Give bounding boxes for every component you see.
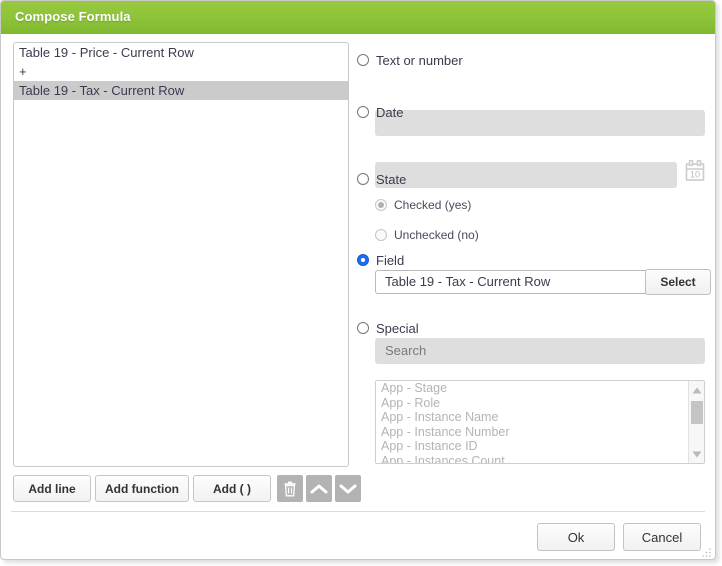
- radio-text-or-number[interactable]: [357, 54, 369, 66]
- option-state-checked[interactable]: Checked (yes): [375, 197, 471, 213]
- option-label-text-or-number: Text or number: [376, 52, 463, 68]
- cancel-button[interactable]: Cancel: [623, 523, 701, 551]
- formula-line-row-selected[interactable]: Table 19 - Tax - Current Row: [14, 81, 348, 100]
- select-field-button[interactable]: Select: [645, 269, 711, 295]
- option-text-or-number[interactable]: Text or number: [357, 52, 463, 68]
- option-label-special: Special: [376, 320, 419, 336]
- special-search-input: Search: [375, 338, 705, 364]
- radio-field[interactable]: [357, 254, 369, 266]
- add-function-button[interactable]: Add function: [95, 475, 189, 502]
- special-list-item[interactable]: App - Stage: [376, 381, 704, 396]
- formula-line-row[interactable]: +: [14, 62, 348, 81]
- radio-state-checked[interactable]: [375, 199, 387, 211]
- field-value-input[interactable]: Table 19 - Tax - Current Row: [375, 270, 655, 294]
- special-list-item[interactable]: App - Instance ID: [376, 439, 704, 454]
- option-state[interactable]: State: [357, 171, 406, 187]
- dialog-title: Compose Formula: [15, 9, 131, 24]
- formula-toolbar: Add line Add function Add ( ): [13, 475, 361, 503]
- special-list-item[interactable]: App - Instance Number: [376, 425, 704, 440]
- special-list-item[interactable]: App - Instance Name: [376, 410, 704, 425]
- option-label-date: Date: [376, 104, 404, 120]
- special-list-item[interactable]: App - Instances Count: [376, 454, 704, 464]
- formula-lines-list[interactable]: Table 19 - Price - Current Row + Table 1…: [13, 42, 349, 467]
- scrollbar-thumb[interactable]: [691, 401, 703, 424]
- footer-divider: [11, 511, 705, 512]
- formula-line-row[interactable]: Table 19 - Price - Current Row: [14, 43, 348, 62]
- compose-formula-dialog: Compose Formula Table 19 - Price - Curre…: [0, 0, 716, 560]
- special-items-list[interactable]: App - Stage App - Role App - Instance Na…: [375, 380, 705, 464]
- calendar-day-label: 10: [690, 170, 700, 180]
- radio-special[interactable]: [357, 322, 369, 334]
- option-label-state: State: [376, 171, 407, 187]
- option-date[interactable]: Date: [357, 104, 403, 120]
- text-or-number-input: [375, 110, 705, 136]
- value-source-panel: Text or number Date 10 State Checked (ye…: [357, 42, 711, 472]
- chevron-down-icon[interactable]: [335, 475, 361, 502]
- option-field[interactable]: Field: [357, 252, 404, 268]
- special-list-scrollbar[interactable]: [688, 381, 704, 463]
- dialog-titlebar: Compose Formula: [1, 1, 715, 34]
- radio-state-unchecked[interactable]: [375, 229, 387, 241]
- option-label-state-checked: Checked (yes): [394, 198, 472, 212]
- chevron-up-icon[interactable]: [306, 475, 332, 502]
- scroll-down-arrow-icon[interactable]: [689, 447, 704, 461]
- option-state-unchecked[interactable]: Unchecked (no): [375, 227, 479, 243]
- calendar-icon: 10: [683, 159, 707, 185]
- option-label-field: Field: [376, 252, 405, 268]
- add-line-button[interactable]: Add line: [13, 475, 91, 502]
- date-input: [375, 162, 677, 188]
- option-special[interactable]: Special: [357, 320, 419, 336]
- scroll-up-arrow-icon[interactable]: [689, 383, 704, 397]
- radio-date[interactable]: [357, 106, 369, 118]
- special-list-item[interactable]: App - Role: [376, 396, 704, 411]
- trash-icon[interactable]: [277, 475, 303, 502]
- resize-grip[interactable]: [701, 545, 712, 557]
- radio-state[interactable]: [357, 173, 369, 185]
- add-parenthesis-button[interactable]: Add ( ): [193, 475, 271, 502]
- ok-button[interactable]: Ok: [537, 523, 615, 551]
- option-label-state-unchecked: Unchecked (no): [394, 228, 479, 242]
